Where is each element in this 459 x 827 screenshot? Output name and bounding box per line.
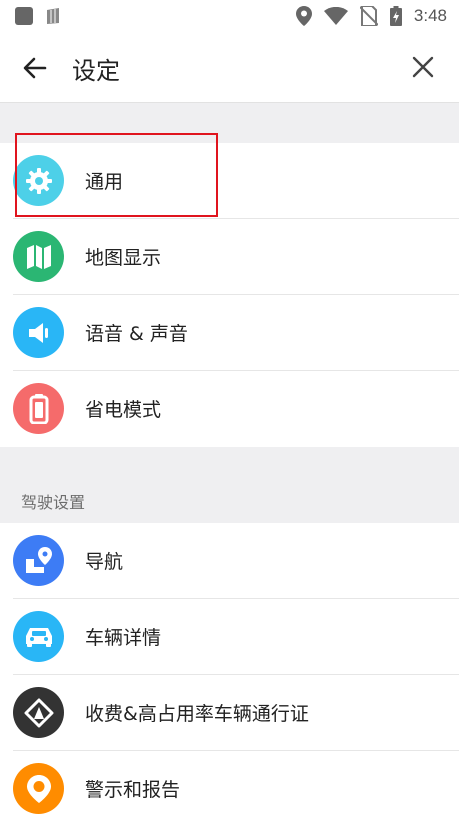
wifi-icon	[323, 7, 348, 25]
speaker-icon	[13, 307, 64, 358]
settings-item-general[interactable]: 通用	[0, 143, 459, 219]
settings-item-label: 地图显示	[85, 247, 162, 269]
settings-item-navigation[interactable]: 导航	[0, 523, 459, 599]
settings-item-label: 省电模式	[85, 399, 162, 421]
close-icon[interactable]	[409, 53, 437, 81]
settings-item-label: 通用	[85, 171, 124, 193]
status-time: 3:48	[413, 6, 447, 25]
settings-item-vehicle-details[interactable]: 车辆详情	[0, 599, 459, 675]
section-header-driving: 驾驶设置	[21, 493, 86, 512]
app-bar: 设定	[0, 32, 459, 103]
sd-card-icon	[47, 8, 59, 24]
settings-item-label: 车辆详情	[85, 627, 162, 649]
status-bar-right: 3:48	[295, 4, 447, 28]
settings-item-label: 语音 & 声音	[85, 323, 188, 345]
alert-pin-icon	[13, 763, 64, 814]
map-icon	[13, 231, 64, 282]
general-settings-list: 通用 地图显示 语音 & 声音 省电模式	[0, 143, 459, 447]
settings-item-power-saving[interactable]: 省电模式	[0, 371, 459, 447]
gear-icon	[13, 155, 64, 206]
settings-item-voice-sound[interactable]: 语音 & 声音	[0, 295, 459, 371]
status-bar: 3:48	[0, 0, 459, 32]
app-square-icon	[15, 7, 33, 25]
settings-item-label: 收费&高占用率车辆通行证	[85, 703, 309, 725]
settings-item-toll-hov-pass[interactable]: 收费&高占用率车辆通行证	[0, 675, 459, 751]
settings-item-label: 警示和报告	[85, 779, 181, 801]
status-bar-left	[14, 6, 62, 26]
settings-item-label: 导航	[85, 551, 124, 573]
location-icon	[295, 6, 312, 26]
battery-icon	[13, 383, 64, 434]
driving-settings-list: 导航 车辆详情 收费&高占用率车辆通行证 警示和报告	[0, 523, 459, 827]
settings-item-map-display[interactable]: 地图显示	[0, 219, 459, 295]
car-icon	[13, 611, 64, 662]
no-sim-icon	[359, 6, 378, 26]
battery-charging-icon	[389, 6, 402, 26]
page-title: 设定	[72, 57, 120, 85]
toll-diamond-icon	[13, 687, 64, 738]
arrow-left-icon[interactable]	[20, 53, 50, 83]
route-icon	[13, 535, 64, 586]
